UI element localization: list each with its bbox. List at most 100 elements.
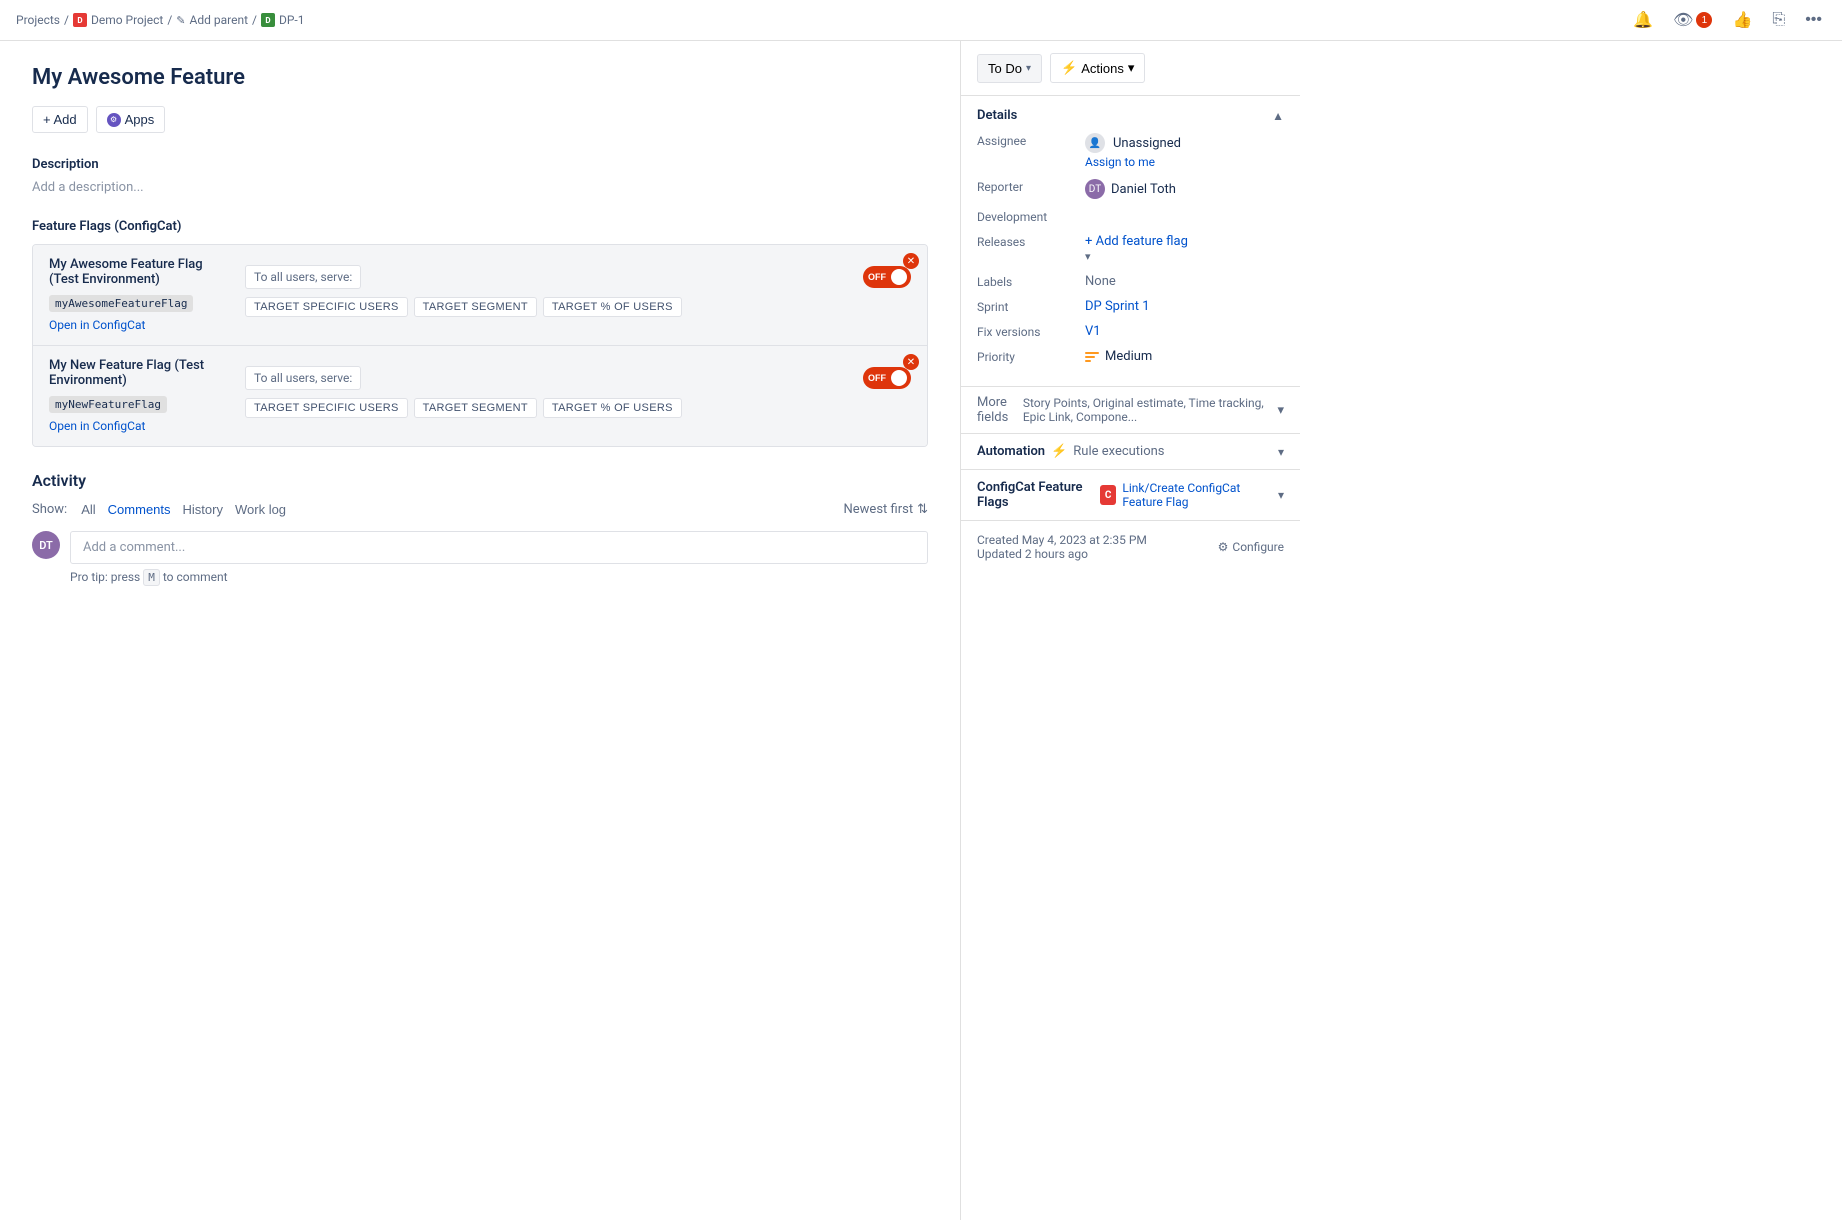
priority-bar-2 <box>1085 356 1095 358</box>
filter-worklog[interactable]: Work log <box>229 500 292 519</box>
flag-title-2: My New Feature Flag (Test Environment) <box>49 358 229 388</box>
rule-executions-link[interactable]: Rule executions <box>1073 444 1164 459</box>
sprint-row: Sprint DP Sprint 1 <box>977 299 1284 314</box>
flags-container: ✕ My Awesome Feature Flag (Test Environm… <box>32 244 928 447</box>
releases-label: Releases <box>977 234 1077 249</box>
reporter-row: Reporter DT Daniel Toth <box>977 179 1284 199</box>
reporter-label: Reporter <box>977 179 1077 194</box>
sort-selector[interactable]: Newest first ⇅ <box>844 502 929 517</box>
main-layout: My Awesome Feature + Add ⚙ Apps Descript… <box>0 41 1842 1220</box>
main-content: My Awesome Feature + Add ⚙ Apps Descript… <box>0 41 960 1220</box>
like-button[interactable]: 👍 <box>1728 6 1756 34</box>
notifications-button[interactable]: 🔔 <box>1629 6 1657 34</box>
top-nav: Projects / D Demo Project / ✎ Add parent… <box>0 0 1842 41</box>
bell-icon: 🔔 <box>1633 10 1653 30</box>
automation-expand-button[interactable]: ▾ <box>1278 445 1284 459</box>
assignee-label: Assignee <box>977 133 1077 148</box>
dp-icon: D <box>261 13 275 27</box>
filter-comments[interactable]: Comments <box>102 500 177 519</box>
filter-all[interactable]: All <box>75 500 101 519</box>
sort-icon: ⇅ <box>917 502 928 517</box>
pro-tip-suffix: to comment <box>163 570 228 584</box>
eye-icon: 👁 <box>1673 10 1693 30</box>
automation-row: Automation ⚡ Rule executions ▾ <box>961 434 1300 470</box>
description-placeholder[interactable]: Add a description... <box>32 180 928 195</box>
apps-button[interactable]: ⚙ Apps <box>96 106 166 133</box>
lightning-icon: ⚡ <box>1061 60 1077 76</box>
feature-flags-section: Feature Flags (ConfigCat) ✕ My Awesome F… <box>32 219 928 447</box>
flag-btn-target-pct-2[interactable]: TARGET % OF USERS <box>543 398 682 418</box>
flag-card-2: ✕ My New Feature Flag (Test Environment)… <box>33 346 927 446</box>
configcat-left: ConfigCat Feature Flags C Link/Create Co… <box>977 480 1278 510</box>
details-collapse-button[interactable]: ▲ <box>1272 109 1284 123</box>
configure-label: Configure <box>1232 540 1284 554</box>
development-label: Development <box>977 209 1077 224</box>
share-button[interactable]: ⎘ <box>1768 7 1789 33</box>
reporter-name: Daniel Toth <box>1111 182 1176 197</box>
assignee-avatar-icon: 👤 <box>1085 133 1105 153</box>
flag-serve-label-2: To all users, serve: <box>245 366 361 390</box>
flag-row-2: My New Feature Flag (Test Environment) m… <box>49 358 911 434</box>
assign-me-link[interactable]: Assign to me <box>1085 155 1284 169</box>
breadcrumb-add-parent[interactable]: Add parent <box>190 13 248 27</box>
flag-left-2: My New Feature Flag (Test Environment) m… <box>49 358 229 434</box>
add-button[interactable]: + Add <box>32 106 88 133</box>
configcat-expand-button[interactable]: ▾ <box>1278 488 1284 502</box>
fix-versions-value[interactable]: V1 <box>1085 324 1284 339</box>
flag-scroll[interactable]: ✕ My Awesome Feature Flag (Test Environm… <box>33 245 927 446</box>
breadcrumb-projects[interactable]: Projects <box>16 13 60 27</box>
breadcrumb: Projects / D Demo Project / ✎ Add parent… <box>16 13 1629 27</box>
thumbs-up-icon: 👍 <box>1732 10 1752 30</box>
automation-title: Automation <box>977 444 1045 459</box>
toggle-2[interactable]: OFF <box>863 367 911 389</box>
priority-bar-3 <box>1085 360 1091 362</box>
configure-link[interactable]: ⚙ Configure <box>1218 540 1284 554</box>
breadcrumb-sep-1: / <box>64 13 69 27</box>
add-feature-flag-button[interactable]: + Add feature flag <box>1085 234 1284 249</box>
comment-input[interactable]: Add a comment... <box>70 531 928 564</box>
actions-label: Actions <box>1081 61 1124 76</box>
flag-link-2[interactable]: Open in ConfigCat <box>49 419 145 433</box>
description-section: Description Add a description... <box>32 157 928 195</box>
breadcrumb-demo-project[interactable]: Demo Project <box>91 13 163 27</box>
sprint-value[interactable]: DP Sprint 1 <box>1085 299 1284 314</box>
flag-btn-target-segment-2[interactable]: TARGET SEGMENT <box>414 398 537 418</box>
configcat-link[interactable]: Link/Create ConfigCat Feature Flag <box>1122 481 1278 509</box>
more-button[interactable]: ••• <box>1801 7 1826 33</box>
releases-value: + Add feature flag ▾ <box>1085 234 1284 264</box>
flag-title-1: My Awesome Feature Flag (Test Environmen… <box>49 257 229 287</box>
status-button[interactable]: To Do ▾ <box>977 54 1042 83</box>
user-avatar: DT <box>32 531 60 559</box>
comment-row: DT Add a comment... <box>32 531 928 564</box>
top-actions: 🔔 👁 1 👍 ⎘ ••• <box>1629 6 1826 34</box>
watch-button[interactable]: 👁 1 <box>1669 6 1716 34</box>
flag-btn-target-segment-1[interactable]: TARGET SEGMENT <box>414 297 537 317</box>
apps-icon: ⚙ <box>107 113 121 127</box>
priority-text: Medium <box>1105 349 1152 364</box>
toggle-1[interactable]: OFF <box>863 266 911 288</box>
more-fields-row[interactable]: More fields Story Points, Original estim… <box>961 387 1300 434</box>
toolbar: + Add ⚙ Apps <box>32 106 928 133</box>
labels-value: None <box>1085 274 1284 289</box>
flag-right-2: To all users, serve: OFF TARGET SP <box>245 358 911 418</box>
assignee-name: Unassigned <box>1113 136 1181 151</box>
flag-btn-target-users-1[interactable]: TARGET SPECIFIC USERS <box>245 297 408 317</box>
breadcrumb-issue-id[interactable]: DP-1 <box>279 13 305 27</box>
assignee-value: 👤 Unassigned Assign to me <box>1085 133 1284 169</box>
flag-btn-target-pct-1[interactable]: TARGET % OF USERS <box>543 297 682 317</box>
more-fields-chevron-icon: ▾ <box>1277 403 1284 418</box>
gear-icon: ⚙ <box>1218 540 1229 554</box>
toggle-knob-2 <box>891 370 907 386</box>
actions-button[interactable]: ⚡ Actions ▾ <box>1050 53 1145 83</box>
flag-link-1[interactable]: Open in ConfigCat <box>49 318 145 332</box>
sidebar-details-section: Details ▲ Assignee 👤 Unassigned Assign t… <box>961 96 1300 387</box>
flag-row-1: My Awesome Feature Flag (Test Environmen… <box>49 257 911 333</box>
flag-card-1: ✕ My Awesome Feature Flag (Test Environm… <box>33 245 927 346</box>
flag-btn-target-users-2[interactable]: TARGET SPECIFIC USERS <box>245 398 408 418</box>
breadcrumb-sep-3: / <box>252 13 257 27</box>
filter-history[interactable]: History <box>177 500 229 519</box>
flag-right-1: To all users, serve: OFF TARGET SP <box>245 257 911 317</box>
pro-tip-text: Pro tip: press <box>70 570 140 584</box>
apps-label: Apps <box>125 112 155 127</box>
show-label: Show: <box>32 502 67 517</box>
